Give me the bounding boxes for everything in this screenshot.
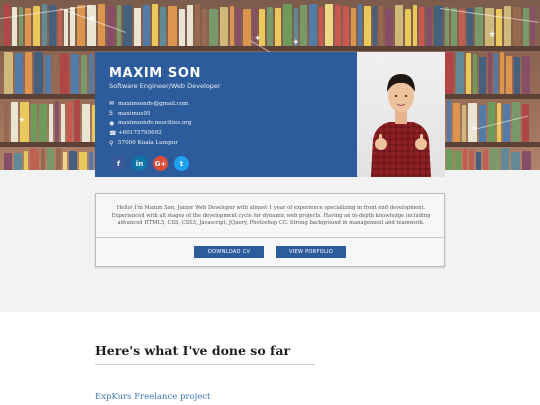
project-link[interactable]: ExpKurs Freelance project bbox=[95, 392, 210, 402]
twitter-icon[interactable]: t bbox=[174, 156, 189, 171]
contact-list: ✉ maximsondv@gmail.com S maximus95 ◉ max… bbox=[109, 99, 191, 148]
envelope-icon: ✉ bbox=[109, 100, 115, 108]
star-icon: ✦ bbox=[292, 38, 300, 48]
globe-icon: ◉ bbox=[109, 119, 115, 127]
profile-photo bbox=[357, 52, 445, 177]
view-portfolio-button[interactable]: VIEW PORFOLIO bbox=[276, 246, 346, 258]
skype-icon: S bbox=[109, 110, 113, 118]
contact-location-text: 57000 Kuala Lumpur bbox=[118, 140, 178, 147]
star-icon: ★ bbox=[488, 30, 497, 40]
location-pin-icon: ⚲ bbox=[109, 139, 114, 147]
profile-name: MAXIM SON bbox=[109, 66, 202, 81]
facebook-icon[interactable]: f bbox=[111, 156, 126, 171]
contact-website[interactable]: ◉ maximsondv.neocities.org bbox=[109, 119, 191, 129]
star-icon: ✦ bbox=[18, 116, 26, 126]
star-icon: ✦ bbox=[254, 34, 262, 44]
contact-phone[interactable]: ☎ +60175795692 bbox=[109, 128, 191, 138]
star-icon: ★ bbox=[470, 124, 479, 134]
divider bbox=[95, 364, 315, 365]
linkedin-icon[interactable]: in bbox=[132, 156, 147, 171]
profile-role: Software Engineer/Web Developer bbox=[109, 82, 221, 90]
profile-card: MAXIM SON Software Engineer/Web Develope… bbox=[95, 52, 357, 177]
contact-email-text: maximsondv@gmail.com bbox=[118, 100, 189, 107]
divider bbox=[96, 237, 444, 238]
contact-skype[interactable]: S maximus95 bbox=[109, 109, 191, 119]
person-avatar bbox=[371, 74, 431, 177]
contact-website-text: maximsondv.neocities.org bbox=[118, 120, 192, 127]
star-icon: ★ bbox=[88, 14, 97, 24]
section-title: Here's what I've done so far bbox=[95, 343, 291, 358]
bio-box: Hello! I'm Maxim Son, Junior Web Develop… bbox=[95, 193, 445, 267]
google-plus-icon[interactable]: G+ bbox=[153, 156, 168, 171]
contact-email[interactable]: ✉ maximsondv@gmail.com bbox=[109, 99, 191, 109]
contact-phone-text: +60175795692 bbox=[118, 130, 162, 137]
bio-text: Hello! I'm Maxim Son, Junior Web Develop… bbox=[111, 205, 431, 226]
phone-icon: ☎ bbox=[109, 129, 117, 137]
contact-skype-text: maximus95 bbox=[118, 110, 151, 117]
social-links: f in G+ t bbox=[111, 156, 189, 171]
download-cv-button[interactable]: DOWNLOAD CV bbox=[194, 246, 264, 258]
contact-location: ⚲ 57000 Kuala Lumpur bbox=[109, 138, 191, 148]
